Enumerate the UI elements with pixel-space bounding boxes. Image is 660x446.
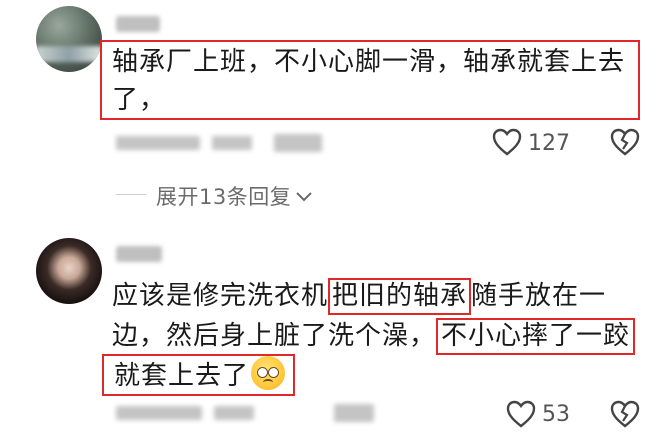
heart-outline-icon bbox=[506, 400, 536, 428]
comment-text-segment: 就套上去了 bbox=[114, 361, 250, 391]
reply-button-blurred[interactable] bbox=[334, 404, 374, 422]
avatar[interactable] bbox=[36, 6, 102, 72]
location-blurred bbox=[212, 136, 252, 150]
comment-text-line: 轴承厂上班，不小心脚一滑，轴承就套上去 bbox=[112, 47, 626, 77]
timestamp-blurred bbox=[116, 136, 200, 150]
broken-heart-icon bbox=[610, 128, 640, 156]
reply-button-blurred[interactable] bbox=[274, 134, 322, 152]
comment-text-line: 应该是修完洗衣机 把旧的轴承 随手放在一 bbox=[112, 278, 606, 315]
comment-text-segment: 应该是修完洗衣机 bbox=[112, 281, 329, 311]
timestamp-blurred bbox=[116, 406, 202, 420]
divider bbox=[116, 194, 146, 195]
username-blurred[interactable] bbox=[116, 246, 162, 262]
like-count: 127 bbox=[528, 131, 570, 156]
dislike-button[interactable] bbox=[610, 128, 640, 156]
comment-text-line: 了， bbox=[112, 85, 167, 115]
like-button[interactable] bbox=[492, 128, 522, 156]
expand-replies-button[interactable]: 展开13条回复 bbox=[156, 182, 313, 210]
comment-text-segment: 边，然后身上脏了洗个澡， bbox=[112, 321, 437, 351]
highlighted-text: 就套上去了 bbox=[102, 354, 296, 396]
broken-heart-icon bbox=[610, 400, 640, 428]
avatar[interactable] bbox=[36, 238, 102, 304]
like-count: 53 bbox=[542, 402, 570, 427]
pleading-face-emoji bbox=[251, 356, 286, 390]
like-button[interactable] bbox=[506, 400, 536, 428]
dislike-button[interactable] bbox=[610, 400, 640, 428]
comment-text-line: 边，然后身上脏了洗个澡， 不小心摔了一跤 bbox=[112, 318, 636, 355]
highlighted-text: 不小心摔了一跤 bbox=[436, 318, 636, 355]
username-blurred[interactable] bbox=[116, 16, 160, 32]
expand-replies-label: 展开13条回复 bbox=[156, 185, 292, 209]
comment-text-segment: 随手放在一 bbox=[471, 281, 607, 311]
chevron-down-icon bbox=[296, 192, 312, 202]
heart-outline-icon bbox=[492, 128, 522, 156]
highlighted-text: 把旧的轴承 bbox=[328, 278, 472, 315]
location-blurred bbox=[214, 406, 254, 420]
